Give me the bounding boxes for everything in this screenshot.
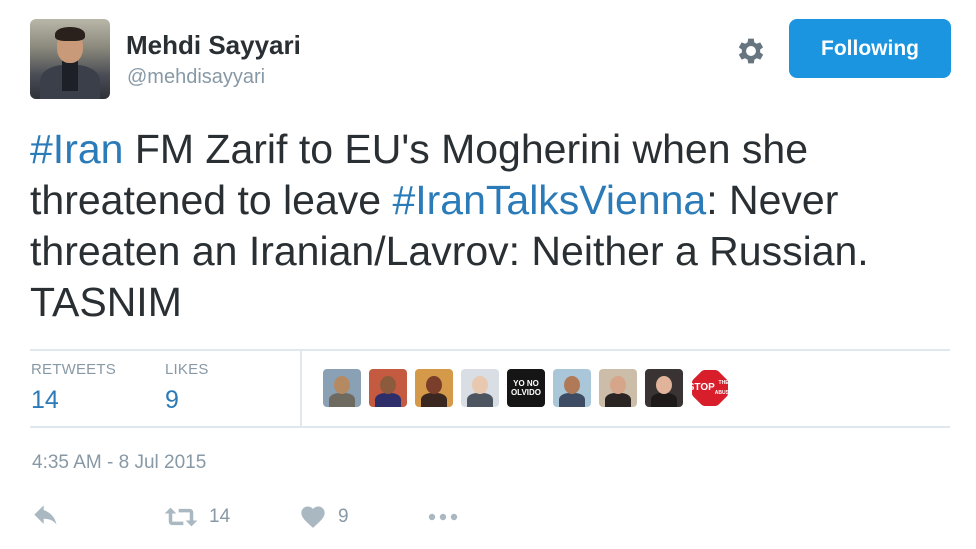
hashtag-link[interactable]: #Iran [30,126,123,172]
like-count: 9 [338,506,349,527]
heart-icon [301,506,325,528]
liker-badge-text: OLVIDO [510,388,542,397]
user-name[interactable]: Mehdi Sayyari [126,30,301,61]
liker-avatar[interactable]: STOPTHE ABUSE [691,369,729,407]
liker-avatar[interactable] [461,369,499,407]
like-button[interactable]: 9 [298,500,349,534]
divider [30,426,950,428]
more-icon [428,513,458,521]
hashtag-link[interactable]: #IranTalksVienna [392,177,706,223]
retweets-count[interactable]: 14 [31,386,59,415]
likes-label[interactable]: LIKES [165,361,209,378]
liker-avatar[interactable] [553,369,591,407]
more-button[interactable] [426,500,460,534]
reply-icon [34,505,57,525]
retweet-button[interactable]: 14 [163,500,230,534]
liker-avatar[interactable] [369,369,407,407]
liker-avatar[interactable] [599,369,637,407]
liker-avatars: YO NOOLVIDO STOPTHE ABUSE [323,369,729,407]
liker-avatar[interactable] [415,369,453,407]
retweet-icon [164,507,198,527]
reply-button[interactable] [30,500,62,534]
user-handle[interactable]: @mehdisayyari [127,66,265,89]
timestamp[interactable]: 4:35 AM - 8 Jul 2015 [32,452,206,474]
following-button[interactable]: Following [789,19,951,78]
tweet-text: #Iran FM Zarif to EU's Mogherini when sh… [30,124,950,328]
liker-avatar[interactable] [645,369,683,407]
gear-icon[interactable] [734,34,768,68]
likes-count[interactable]: 9 [165,386,179,415]
retweets-label[interactable]: RETWEETS [31,361,116,378]
avatar[interactable] [30,19,110,99]
liker-avatar[interactable]: YO NO OLVIDO [507,369,545,407]
divider [30,349,950,351]
liker-badge-text: YO NO [513,379,539,388]
retweet-count: 14 [209,506,231,527]
liker-avatar[interactable] [323,369,361,407]
divider [300,350,302,426]
stop-sign-icon: STOPTHE ABUSE [692,370,728,406]
